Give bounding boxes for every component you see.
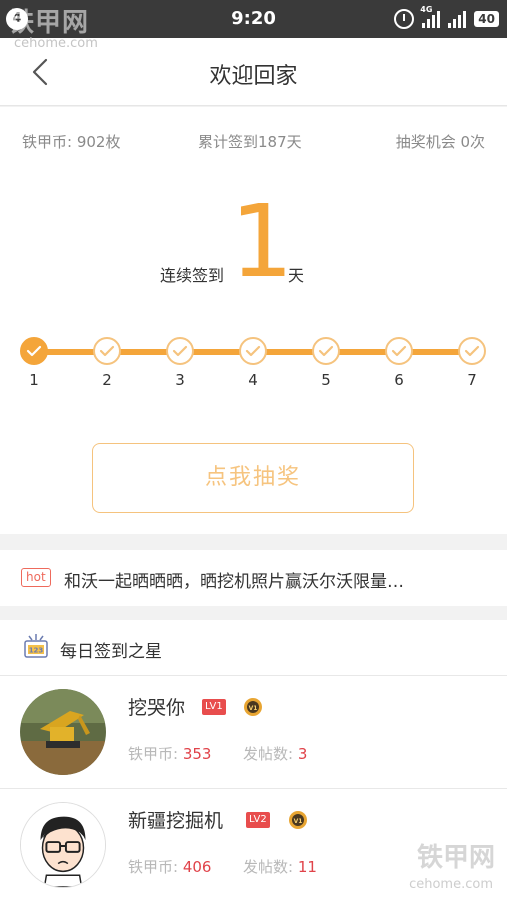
check-icon [20, 337, 48, 365]
page-title: 欢迎回家 [209, 64, 298, 89]
coins-label: 铁甲币: [128, 745, 179, 763]
streak-unit: 天 [288, 266, 305, 285]
username[interactable]: 挖哭你 [128, 693, 185, 720]
avatar[interactable] [20, 689, 106, 775]
avatar[interactable] [20, 802, 106, 888]
stats-row: 铁甲币: 902枚 累计签到187天 抽奖机会 0次 [22, 131, 485, 151]
day-number: 5 [321, 371, 331, 389]
progress-day-2: 2 [93, 337, 121, 389]
check-icon [312, 337, 340, 365]
day-number: 7 [467, 371, 477, 389]
username[interactable]: 新疆挖掘机 [128, 806, 223, 833]
daily-stars-header: 123 每日签到之星 [0, 620, 507, 676]
day-number: 2 [102, 371, 112, 389]
posts-label: 发帖数: [243, 858, 294, 876]
coins-stat: 铁甲币: 902枚 [22, 133, 121, 151]
hot-badge: hot [21, 568, 51, 587]
day-number: 4 [248, 371, 258, 389]
watermark-logo-bottom: 铁甲网 [416, 843, 495, 873]
watermark-domain: cehome.com [14, 36, 98, 51]
streak-label: 连续签到 [160, 266, 225, 285]
trophy-icon: 123 [24, 634, 48, 658]
posts-value: 11 [297, 858, 317, 876]
watermark-domain-bottom: cehome.com [409, 877, 493, 892]
star-user-row[interactable]: 挖哭你 LV1 V1 铁甲币: 353 发帖数: 3 [0, 677, 507, 789]
check-icon [166, 337, 194, 365]
posts-label: 发帖数: [243, 745, 294, 763]
streak-count: 1 [230, 183, 294, 300]
signal-icon-2 [448, 10, 467, 28]
progress-day-4: 4 [239, 337, 267, 389]
network-type: 4G [420, 5, 433, 14]
total-checkin-stat: 累计签到187天 [198, 133, 302, 151]
progress-day-6: 6 [385, 337, 413, 389]
hot-banner-text[interactable]: 和沃一起晒晒晒，晒挖机照片赢沃尔沃限量… [64, 567, 484, 592]
checkin-progress: 1 2 3 4 5 6 7 [0, 337, 507, 397]
check-icon [93, 337, 121, 365]
day-number: 3 [175, 371, 185, 389]
vip-medal-icon: V1 [289, 811, 307, 829]
lottery-chance-stat: 抽奖机会 0次 [395, 133, 485, 151]
level-badge: LV2 [246, 812, 270, 828]
lottery-button[interactable]: 点我抽奖 [92, 443, 414, 513]
day-number: 6 [394, 371, 404, 389]
status-bar: 4 9:20 4G 40 铁甲网 [0, 0, 507, 38]
coins-value: 353 [182, 745, 212, 763]
progress-day-1: 1 [20, 337, 48, 389]
vip-medal-icon: V1 [244, 698, 262, 716]
user-stats: 铁甲币: 353 发帖数: 3 [128, 743, 307, 764]
progress-day-7: 7 [458, 337, 486, 389]
day-number: 1 [29, 371, 39, 389]
user-stats: 铁甲币: 406 发帖数: 11 [128, 856, 317, 877]
daily-stars-title: 每日签到之星 [60, 642, 162, 662]
checkin-panel: 铁甲币: 902枚 累计签到187天 抽奖机会 0次 连续签到 1 天 1 2 3 4… [0, 107, 507, 534]
alarm-icon [394, 9, 415, 29]
check-icon [385, 337, 413, 365]
svg-text:V1: V1 [294, 818, 303, 825]
level-badge: LV1 [202, 699, 226, 715]
progress-day-5: 5 [312, 337, 340, 389]
coins-label: 铁甲币: [128, 858, 179, 876]
progress-day-3: 3 [166, 337, 194, 389]
svg-text:123: 123 [29, 647, 44, 655]
check-icon [239, 337, 267, 365]
status-icons: 4G 40 [394, 5, 499, 29]
posts-value: 3 [297, 745, 308, 763]
hot-banner[interactable]: hot 和沃一起晒晒晒，晒挖机照片赢沃尔沃限量… [0, 550, 507, 606]
signal-icon: 4G [420, 5, 441, 28]
svg-text:V1: V1 [249, 705, 258, 712]
watermark-logo: 铁甲网 [8, 8, 90, 38]
battery-icon: 40 [474, 11, 499, 27]
coins-value: 406 [182, 858, 212, 876]
check-icon [458, 337, 486, 365]
